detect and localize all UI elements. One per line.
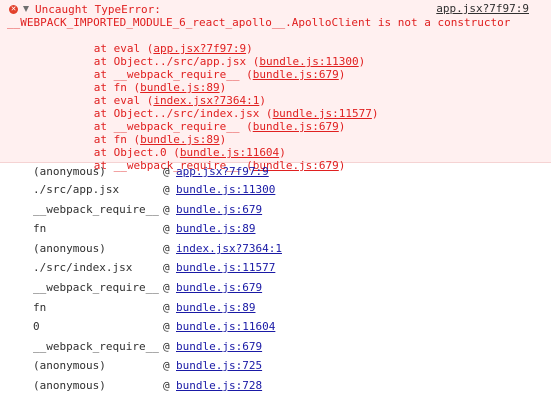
stack-row: 0 @ bundle.js:11604 — [0, 317, 551, 337]
stack-function-name: ./src/app.jsx — [33, 183, 120, 196]
error-source-link[interactable]: app.jsx?7f97:9 — [436, 2, 529, 15]
stack-row: fn @ bundle.js:89 — [0, 298, 551, 318]
stack-function-name: (anonymous) — [33, 379, 106, 392]
error-frame: at Object../src/index.jsx (bundle.js:115… — [54, 94, 379, 120]
error-message: __WEBPACK_IMPORTED_MODULE_6_react_apollo… — [7, 16, 511, 29]
stack-source-link[interactable]: bundle.js:679 — [176, 337, 262, 357]
stack-at-symbol: @ — [163, 359, 170, 372]
stack-source-link[interactable]: bundle.js:11604 — [176, 317, 275, 337]
stack-function-name: (anonymous) — [33, 359, 106, 372]
stack-function-name: __webpack_require__ — [33, 281, 159, 294]
stack-function-name: __webpack_require__ — [33, 340, 159, 353]
stack-at-symbol: @ — [163, 340, 170, 353]
error-frame: at Object.0 (bundle.js:11604) — [54, 133, 286, 159]
stack-at-symbol: @ — [163, 320, 170, 333]
stack-row: (anonymous) @ bundle.js:725 — [0, 356, 551, 376]
error-frame: at eval (app.jsx?7f97:9) — [54, 29, 253, 55]
stack-source-link[interactable]: bundle.js:728 — [176, 376, 262, 396]
stack-row: (anonymous) @ index.jsx?7364:1 — [0, 239, 551, 259]
stack-at-symbol: @ — [163, 379, 170, 392]
error-circle-icon: ✕ — [9, 5, 18, 14]
error-message-block: ✕ Uncaught TypeError: __WEBPACK_IMPORTED… — [0, 0, 551, 172]
frame-text: ) — [371, 107, 379, 120]
frame-text: ) — [358, 55, 366, 68]
stack-function-name: __webpack_require__ — [33, 203, 159, 216]
stack-row: __webpack_require__ @ bundle.js:679 — [0, 200, 551, 220]
error-frame: at fn (bundle.js:89) — [54, 120, 226, 146]
error-frame: at __webpack_require__ (bundle.js:679) — [54, 55, 346, 81]
stack-source-link[interactable]: bundle.js:89 — [176, 219, 255, 239]
stack-at-symbol: @ — [163, 261, 170, 274]
devtools-console: ✕ Uncaught TypeError: __WEBPACK_IMPORTED… — [0, 0, 551, 403]
stack-row: (anonymous) @ bundle.js:728 — [0, 376, 551, 396]
error-frame: at __webpack_require__ (bundle.js:679) — [54, 146, 346, 172]
error-frame: at fn (bundle.js:89) — [54, 68, 226, 94]
stack-source-link[interactable]: bundle.js:679 — [176, 278, 262, 298]
stack-row: __webpack_require__ @ bundle.js:679 — [0, 278, 551, 298]
frame-location-link[interactable]: bundle.js:679 — [253, 68, 339, 81]
stack-at-symbol: @ — [163, 281, 170, 294]
stack-source-link[interactable]: bundle.js:89 — [176, 298, 255, 318]
stack-row: __webpack_require__ @ bundle.js:679 — [0, 337, 551, 357]
stack-row: ./src/app.jsx @ bundle.js:11300 — [0, 180, 551, 200]
stack-at-symbol: @ — [163, 183, 170, 196]
stack-source-link[interactable]: app.jsx?7f97:9 — [176, 162, 269, 182]
stack-function-name: (anonymous) — [33, 165, 106, 178]
stack-function-name: (anonymous) — [33, 242, 106, 255]
stack-function-name: ./src/index.jsx — [33, 261, 133, 274]
error-frame: at Object../src/app.jsx (bundle.js:11300… — [54, 42, 366, 68]
stack-source-link[interactable]: bundle.js:725 — [176, 356, 262, 376]
expand-triangle-icon[interactable] — [23, 6, 29, 12]
stack-function-name: fn — [33, 222, 47, 235]
stack-row: (anonymous) @ app.jsx?7f97:9 — [0, 162, 551, 182]
error-header: Uncaught TypeError: — [35, 3, 161, 16]
stack-source-link[interactable]: bundle.js:679 — [176, 200, 262, 220]
stack-source-link[interactable]: bundle.js:11300 — [176, 180, 275, 200]
error-frame: at eval (index.jsx?7364:1) — [54, 81, 266, 107]
stack-function-name: fn — [33, 301, 47, 314]
stack-source-link[interactable]: bundle.js:11577 — [176, 258, 275, 278]
stack-at-symbol: @ — [163, 222, 170, 235]
stack-function-name: 0 — [33, 320, 40, 333]
error-frame: at __webpack_require__ (bundle.js:679) — [54, 107, 346, 133]
stack-row: ./src/index.jsx @ bundle.js:11577 — [0, 258, 551, 278]
stack-at-symbol: @ — [163, 242, 170, 255]
frame-text: ) — [338, 68, 346, 81]
stack-at-symbol: @ — [163, 301, 170, 314]
stack-at-symbol: @ — [163, 165, 170, 178]
stack-source-link[interactable]: index.jsx?7364:1 — [176, 239, 282, 259]
stack-at-symbol: @ — [163, 203, 170, 216]
stack-row: fn @ bundle.js:89 — [0, 219, 551, 239]
frame-location-link[interactable]: bundle.js:679 — [253, 120, 339, 133]
frame-text: ) — [338, 120, 346, 133]
